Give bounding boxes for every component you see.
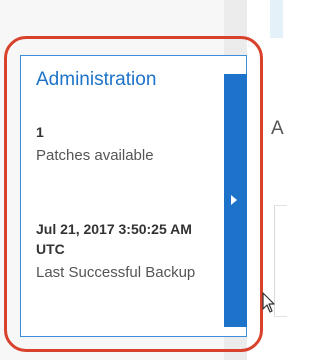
card-title[interactable]: Administration xyxy=(36,69,156,91)
administration-card[interactable]: Administration 1 Patches available Jul 2… xyxy=(20,55,247,337)
backup-stat: Jul 21, 2017 3:50:25 AM UTC Last Success… xyxy=(36,219,206,285)
mouse-pointer-icon xyxy=(262,292,275,313)
patches-count: 1 xyxy=(36,124,44,140)
card-expand-button[interactable] xyxy=(224,74,247,327)
patches-label: Patches available xyxy=(36,147,154,164)
backup-label: Last Successful Backup xyxy=(36,264,196,281)
right-top-banner xyxy=(270,0,283,38)
backup-timestamp: Jul 21, 2017 3:50:25 AM UTC xyxy=(36,221,192,257)
right-section-heading: A xyxy=(271,118,284,139)
patches-stat: 1 Patches available xyxy=(36,122,206,168)
chevron-right-icon xyxy=(231,195,237,205)
